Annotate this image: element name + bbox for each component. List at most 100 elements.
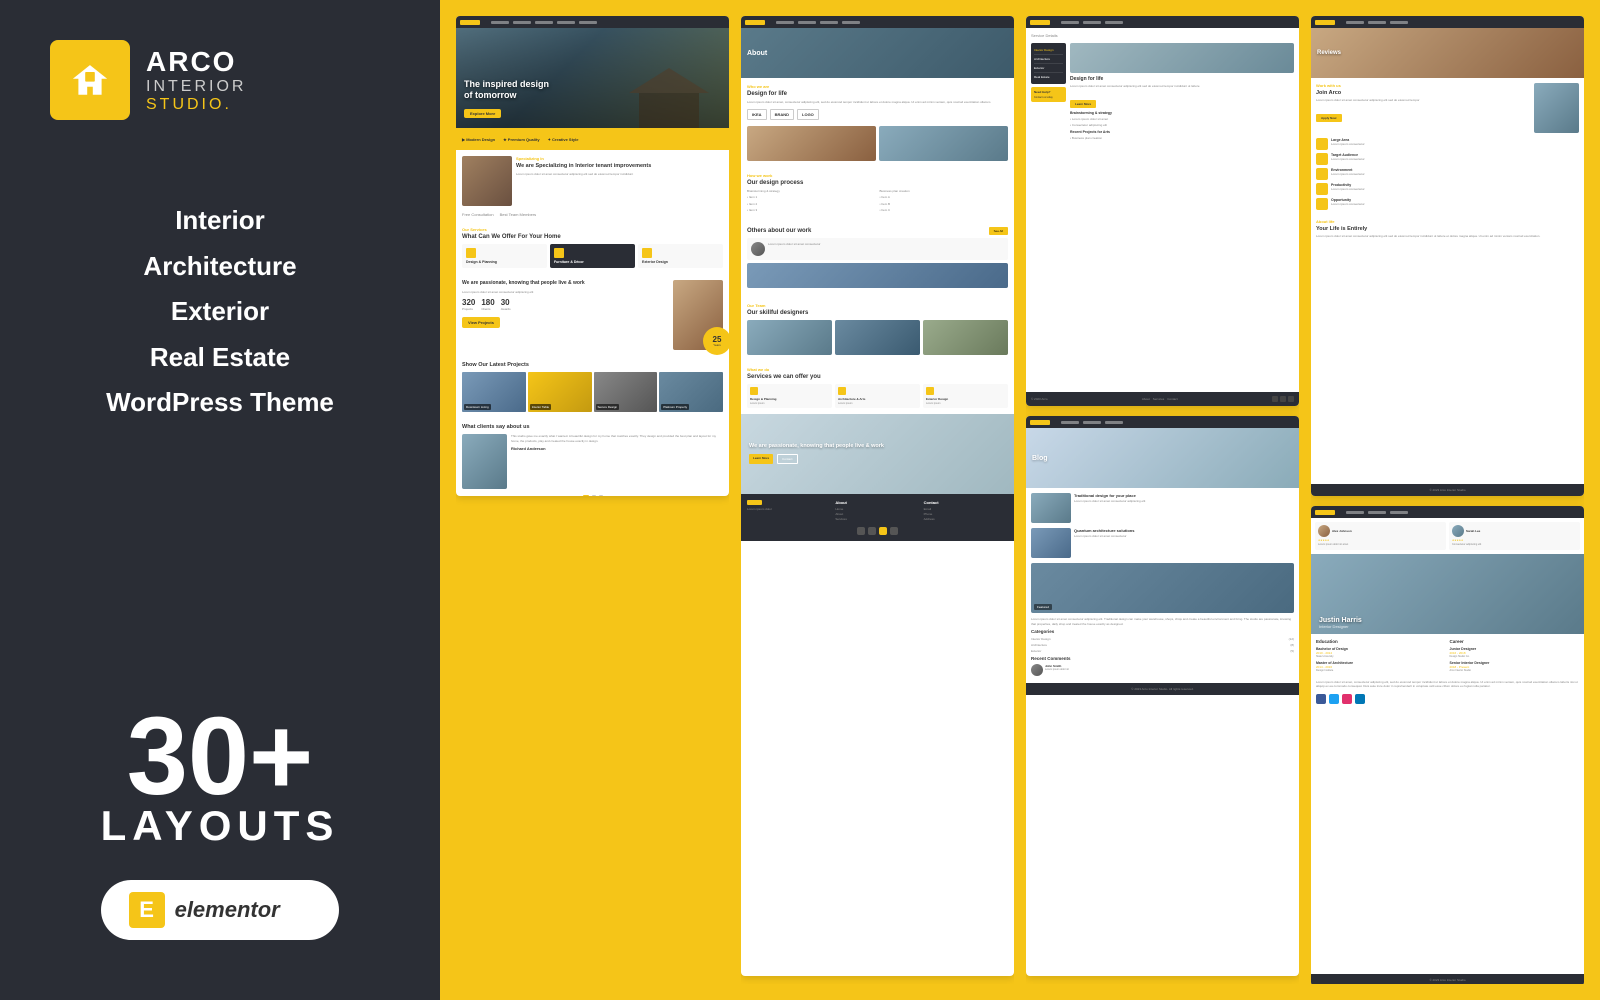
layouts-number: 30+ bbox=[101, 702, 340, 812]
nav-items-5 bbox=[1346, 21, 1408, 24]
service-cards: Design & Planning Furniture & Décor Exte… bbox=[462, 244, 723, 268]
blog-hero: Blog bbox=[1026, 428, 1299, 488]
roof bbox=[629, 68, 709, 93]
project-3-label: Secure Design bbox=[596, 404, 620, 410]
footer-links-3: EmailPhoneAddress bbox=[924, 507, 1008, 523]
join-arco-card[interactable]: Reviews Work with us Join Arco Lorem ips… bbox=[1311, 16, 1584, 496]
preview-card-hero[interactable]: The inspired designof tomorrow Explore M… bbox=[456, 16, 729, 496]
article-1-text: Traditional design for your place Lorem … bbox=[1074, 493, 1145, 523]
service-hero-img bbox=[1070, 43, 1294, 73]
svc-icon-list-5 bbox=[1316, 198, 1328, 210]
profile-footer-text: © 2023 Arco Interior Studio bbox=[1316, 978, 1579, 982]
nav-exterior[interactable]: Exterior bbox=[171, 291, 269, 333]
category-3: Exterior (5) bbox=[1031, 649, 1294, 653]
dot-1 bbox=[592, 495, 596, 496]
process-text-2: • Item 1 bbox=[747, 195, 876, 200]
breadcrumb-area: Service Details bbox=[1026, 28, 1299, 43]
passion-btn-2[interactable]: Contact bbox=[777, 454, 797, 464]
house-silhouette bbox=[629, 68, 709, 128]
svc-2: Architecture & Arts Lorem ipsum bbox=[835, 384, 920, 408]
service-icon-1 bbox=[466, 248, 476, 258]
stats-row: Free Consultation Best Team Members bbox=[456, 212, 729, 221]
footer-col-title-2: About bbox=[835, 500, 919, 505]
elementor-badge: E elementor bbox=[101, 880, 340, 940]
social-li[interactable] bbox=[1355, 694, 1365, 704]
article-1: Traditional design for your place Lorem … bbox=[1031, 493, 1294, 523]
bio-text: Lorem ipsum dolor sit amet, consectetur … bbox=[1316, 680, 1579, 690]
cta-title: Need Help? bbox=[1034, 90, 1063, 94]
join-desc: Lorem ipsum dolor sit amet consectetur a… bbox=[1316, 98, 1530, 103]
services-icon-list: Large Area Lorem ipsum consectetur Targe… bbox=[1311, 138, 1584, 214]
review-1-content: Lorem ipsum dolor sit amet consectetur bbox=[751, 242, 1004, 256]
category-1: Interior Design (12) bbox=[1031, 637, 1294, 641]
service-card-3: Exterior Design bbox=[638, 244, 723, 268]
social-fb[interactable] bbox=[1316, 694, 1326, 704]
project-2-label: Interior Table bbox=[530, 404, 551, 410]
hero-btn[interactable]: Explore More bbox=[464, 109, 501, 118]
logo-mini-2 bbox=[745, 20, 765, 25]
social-tw[interactable] bbox=[1329, 694, 1339, 704]
years-label: Years bbox=[713, 344, 722, 347]
profile-name-overlay: Justin Harris Interior Designer bbox=[1319, 617, 1362, 629]
services-grid: Design & Planning Lorem ipsum Architectu… bbox=[747, 384, 1008, 408]
nav-6-1 bbox=[1346, 511, 1364, 514]
nav-4-1 bbox=[1061, 421, 1079, 424]
social-ig[interactable] bbox=[1342, 694, 1352, 704]
footer-nav-links: About Services Contact bbox=[1142, 397, 1178, 401]
reviewer-2-name: Sarah Lee bbox=[1466, 529, 1480, 533]
section-tag: Specializing In bbox=[516, 156, 723, 161]
process-right: Business plan creation • Item A • Item B… bbox=[880, 189, 1009, 215]
cat-name-3: Exterior bbox=[1031, 649, 1041, 653]
profile-card[interactable]: Alex Johnson ★★★★★ Lorem ipsum dolor sit… bbox=[1311, 506, 1584, 984]
nav-items-3 bbox=[1061, 21, 1123, 24]
website-mockup-5: Reviews Work with us Join Arco Lorem ips… bbox=[1311, 16, 1584, 496]
cat-count-1: (12) bbox=[1289, 637, 1294, 641]
testimonial-author: Richard Anderson bbox=[511, 446, 723, 451]
process-left: Brainstorming & strategy • Item 1 • Item… bbox=[747, 189, 876, 215]
service-details-card[interactable]: Service Details Interior Design Architec… bbox=[1026, 16, 1299, 406]
see-all-btn[interactable]: See All bbox=[989, 227, 1008, 235]
preview-card-about[interactable]: About Who we are Design for life Lorem i… bbox=[741, 16, 1014, 976]
project-1: Downtown Living bbox=[462, 372, 526, 412]
review-1-avatar bbox=[751, 242, 765, 256]
stat-2: ★ Premium Quality bbox=[503, 137, 539, 142]
nav-interior[interactable]: Interior bbox=[175, 200, 265, 242]
join-btn[interactable]: Apply Now bbox=[1316, 114, 1342, 122]
service-icon-3 bbox=[642, 248, 652, 258]
layouts-section: 30+ LAYOUTS E elementor bbox=[101, 702, 340, 960]
footer-col-title-3: Contact bbox=[924, 500, 1008, 505]
nav-5-2 bbox=[1368, 21, 1386, 24]
logo-mini-4 bbox=[1030, 420, 1050, 425]
svc-list-desc-5: Lorem ipsum consectetur bbox=[1331, 202, 1365, 206]
reviewer-2-avatar bbox=[1452, 525, 1464, 537]
logo-text: ARCO INTERIOR STUDIO. bbox=[146, 46, 246, 114]
related-text: • Lorem ipsum dolor sit amet bbox=[1070, 117, 1294, 122]
nav-architecture[interactable]: Architecture bbox=[143, 246, 296, 288]
view-project-btn[interactable]: View Projects bbox=[462, 317, 500, 328]
hero-image: The inspired designof tomorrow Explore M… bbox=[456, 28, 729, 128]
learn-more-btn[interactable]: Learn More bbox=[1070, 100, 1096, 108]
article-2: Quantum architecture solutions Lorem ips… bbox=[1031, 528, 1294, 558]
f-link-1: About bbox=[1142, 397, 1150, 401]
category-2: Architecture (8) bbox=[1031, 643, 1294, 647]
reviewer-1-stars: ★★★★★ bbox=[1318, 539, 1443, 542]
nav-wordpress-theme[interactable]: WordPress Theme bbox=[106, 382, 334, 424]
reviews-card[interactable]: Blog Traditional design for your place L… bbox=[1026, 416, 1299, 976]
passionate-desc: Lorem ipsum dolor sit amet consectetur a… bbox=[462, 290, 669, 294]
join-img bbox=[1534, 83, 1579, 133]
preview-col-4: Reviews Work with us Join Arco Lorem ips… bbox=[1311, 16, 1584, 984]
img-1 bbox=[747, 126, 876, 161]
process-content: Brainstorming & strategy • Item 1 • Item… bbox=[747, 189, 1008, 215]
comment-1-avatar bbox=[1031, 664, 1043, 676]
cat-name-2: Architecture bbox=[1031, 643, 1047, 647]
svc-text-5: Opportunity Lorem ipsum consectetur bbox=[1331, 198, 1365, 210]
mockup-nav-5 bbox=[1311, 16, 1584, 28]
testimonials-title: What clients say about us bbox=[462, 424, 723, 430]
nav-real-estate[interactable]: Real Estate bbox=[150, 337, 290, 379]
about-hero: About bbox=[741, 28, 1014, 78]
passion-btn-1[interactable]: Learn More bbox=[749, 454, 773, 464]
life-tag: About life bbox=[1316, 219, 1579, 224]
pg-4 bbox=[890, 527, 898, 535]
website-mockup-2: About Who we are Design for life Lorem i… bbox=[741, 16, 1014, 976]
career-2: Senior Interior Designer 2018 - Present … bbox=[1450, 661, 1580, 672]
